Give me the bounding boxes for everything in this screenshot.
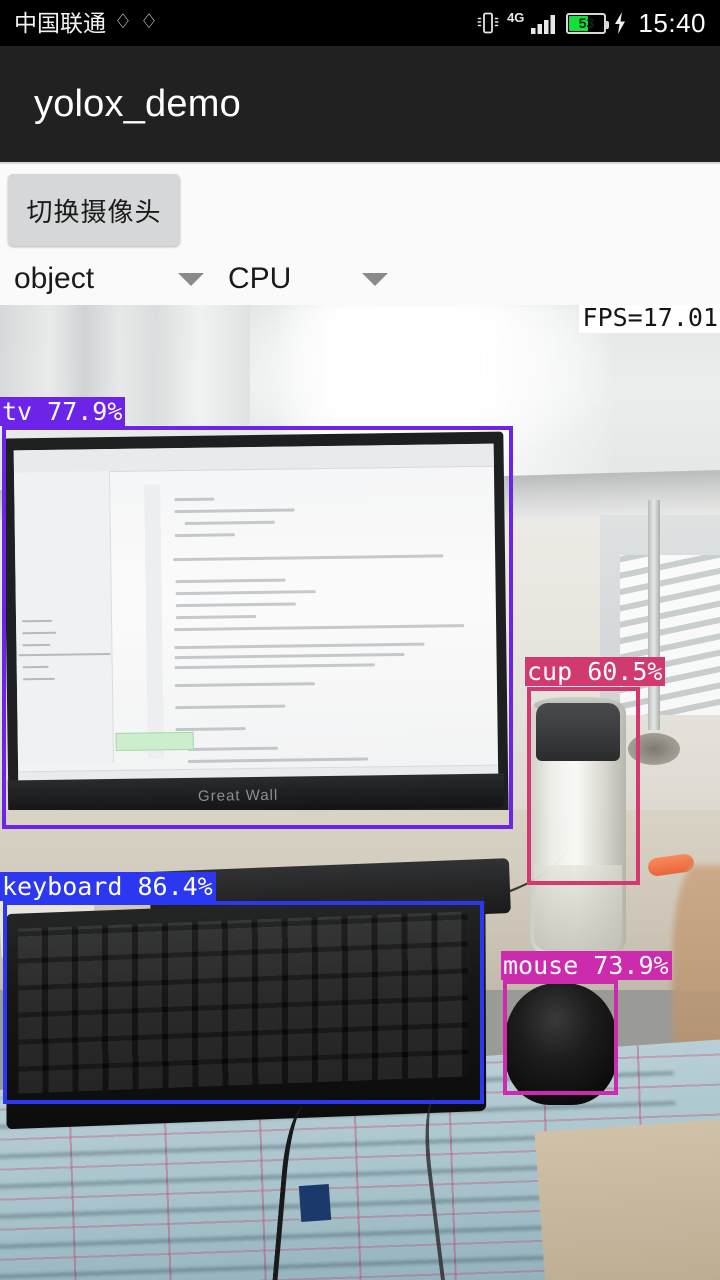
detection-label-tv: tv 77.9%: [0, 397, 126, 426]
task-spinner-value: object: [14, 262, 95, 295]
detection-box-mouse: [503, 980, 618, 1095]
chevron-down-icon: [178, 272, 204, 286]
device-spinner[interactable]: CPU: [228, 257, 388, 301]
page-title: yolox_demo: [34, 82, 241, 125]
network-type-label: 4G: [507, 9, 525, 25]
status-bar-left: 中国联通 ♢​ ♢​: [14, 9, 158, 36]
partition-rail: [648, 500, 660, 730]
status-bar-right: 4G 53 15:40: [475, 10, 706, 36]
task-spinner[interactable]: object: [14, 257, 204, 301]
clock-label: 15:40: [638, 8, 706, 38]
chevron-down-icon: [362, 272, 388, 286]
usb-icon-2: ♢​: [139, 11, 158, 33]
camera-preview[interactable]: Great Wall tv 77.9% cup 60.5% keyboard 86.…: [0, 305, 720, 1280]
carrier-label: 中国联通: [14, 9, 106, 36]
fps-label: FPS=17.01: [578, 305, 720, 333]
battery-icon: 53: [566, 12, 610, 34]
detection-box-cup: [527, 687, 640, 885]
detection-label-mouse: mouse 73.9%: [501, 951, 672, 980]
detection-box-keyboard: [3, 901, 484, 1104]
charging-bolt-icon: [612, 10, 628, 36]
desk-front-right: [534, 1118, 720, 1280]
controls-panel: 切换摄像头 object CPU: [0, 162, 720, 305]
detection-label-cup: cup 60.5%: [525, 657, 666, 686]
switch-camera-button[interactable]: 切换摄像头: [8, 174, 180, 246]
detection-box-tv: [2, 426, 513, 829]
detection-label-keyboard: keyboard 86.4%: [0, 872, 216, 901]
phone-screen: 中国联通 ♢​ ♢​ 4G: [0, 0, 720, 1280]
action-bar: yolox_demo: [0, 46, 720, 162]
vibrate-icon: [475, 10, 501, 36]
signal-bars-icon: [530, 10, 560, 36]
usb-icon: ♢​: [114, 11, 132, 33]
status-bar: 中国联通 ♢​ ♢​ 4G: [0, 0, 720, 46]
device-spinner-value: CPU: [228, 262, 292, 295]
battery-percent-label: 53: [578, 15, 595, 31]
